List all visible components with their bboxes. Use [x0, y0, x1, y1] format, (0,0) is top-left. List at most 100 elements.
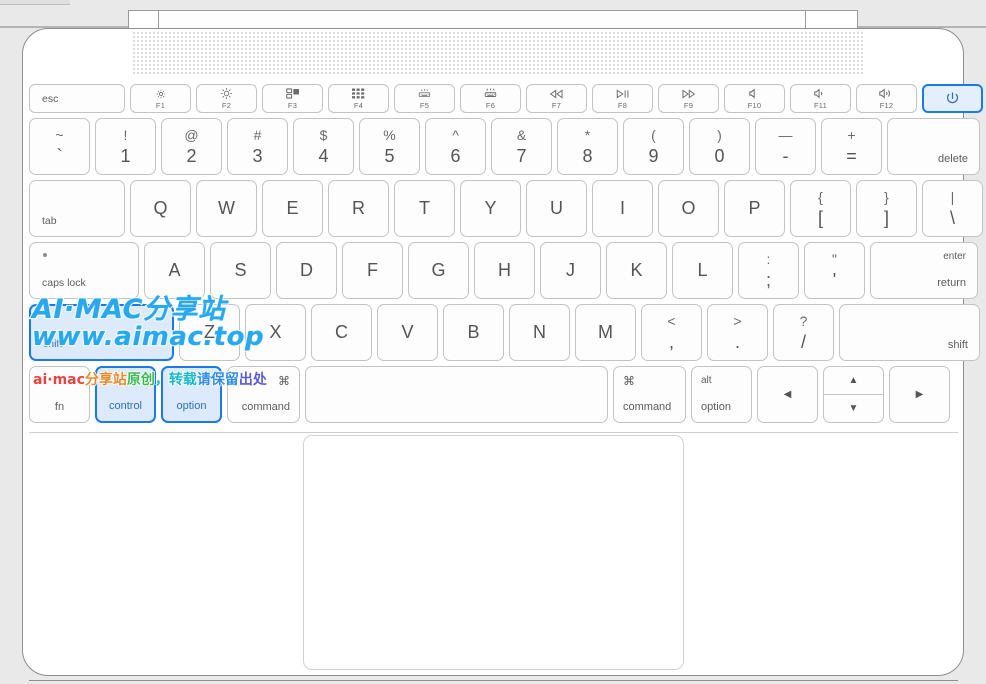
key-d[interactable]: D — [276, 242, 337, 299]
key-f10[interactable]: F10 — [724, 84, 785, 113]
key-delete-label: delete — [938, 153, 968, 165]
arrow-up-icon[interactable]: ▲ — [824, 367, 883, 395]
key-shift-right[interactable]: shift — [839, 304, 980, 361]
key-h[interactable]: H — [474, 242, 535, 299]
bottom-letter-key-row: shift Z X C V B N M < , > . ? / shift — [29, 304, 980, 361]
key-g[interactable]: G — [408, 242, 469, 299]
function-key-row: esc F1 F2 F3 F4 F5 F6 F7 F8 F9 F10 F11 F… — [29, 84, 983, 113]
key-option-left[interactable]: option — [161, 366, 222, 423]
key-bracket-left-upper: { — [818, 189, 823, 205]
key-f3[interactable]: F3 — [262, 84, 323, 113]
key-command-right[interactable]: ⌘ command — [613, 366, 686, 423]
key-v[interactable]: V — [377, 304, 438, 361]
key-f7[interactable]: F7 — [526, 84, 587, 113]
key-shift-left[interactable]: shift — [29, 304, 174, 361]
key-f6[interactable]: F6 — [460, 84, 521, 113]
key-9[interactable]: ( 9 — [623, 118, 684, 175]
key-f9[interactable]: F9 — [658, 84, 719, 113]
key-b[interactable]: B — [443, 304, 504, 361]
key-u[interactable]: U — [526, 180, 587, 237]
key-5[interactable]: % 5 — [359, 118, 420, 175]
key-slash[interactable]: ? / — [773, 304, 834, 361]
key-f12[interactable]: F12 — [856, 84, 917, 113]
key-space[interactable] — [305, 366, 608, 423]
key-6-lower: 6 — [450, 146, 461, 166]
key-f4[interactable]: F4 — [328, 84, 389, 113]
key-quote[interactable]: " ' — [804, 242, 865, 299]
key-r[interactable]: R — [328, 180, 389, 237]
key-2[interactable]: @ 2 — [161, 118, 222, 175]
key-1[interactable]: ! 1 — [95, 118, 156, 175]
key-e[interactable]: E — [262, 180, 323, 237]
key-semicolon[interactable]: : ; — [738, 242, 799, 299]
key-backslash[interactable]: | \ — [922, 180, 983, 237]
key-f5[interactable]: F5 — [394, 84, 455, 113]
trackpad[interactable] — [303, 435, 684, 670]
key-arrow-left[interactable]: ◀ — [757, 366, 818, 423]
key-p[interactable]: P — [724, 180, 785, 237]
fast-forward-icon — [681, 88, 696, 99]
key-equals-lower: = — [846, 146, 857, 166]
laptop-illustration: esc F1 F2 F3 F4 F5 F6 F7 F8 F9 F10 F11 F… — [0, 0, 986, 684]
key-delete[interactable]: delete — [887, 118, 980, 175]
key-l[interactable]: L — [672, 242, 733, 299]
key-9-upper: ( — [651, 127, 656, 143]
key-i-label: I — [619, 198, 625, 218]
play-pause-icon — [615, 88, 630, 99]
key-0[interactable]: ) 0 — [689, 118, 750, 175]
key-fn[interactable]: fn — [29, 366, 90, 423]
key-caps-lock[interactable]: caps lock — [29, 242, 139, 299]
key-period[interactable]: > . — [707, 304, 768, 361]
key-x[interactable]: X — [245, 304, 306, 361]
key-y[interactable]: Y — [460, 180, 521, 237]
key-8[interactable]: * 8 — [557, 118, 618, 175]
key-equals[interactable]: + = — [821, 118, 882, 175]
key-f1[interactable]: F1 — [130, 84, 191, 113]
key-esc[interactable]: esc — [29, 84, 125, 113]
key-bracket-left[interactable]: { [ — [790, 180, 851, 237]
arrow-down-icon[interactable]: ▼ — [824, 395, 883, 423]
key-u-label: U — [550, 198, 563, 218]
key-minus[interactable]: — - — [755, 118, 816, 175]
key-option-right-alt-label: alt — [701, 375, 712, 386]
key-w[interactable]: W — [196, 180, 257, 237]
key-command-left[interactable]: ⌘ command — [227, 366, 300, 423]
key-arrow-right[interactable]: ▶ — [889, 366, 950, 423]
key-7[interactable]: & 7 — [491, 118, 552, 175]
key-a[interactable]: A — [144, 242, 205, 299]
key-6[interactable]: ^ 6 — [425, 118, 486, 175]
volume-up-icon — [879, 88, 894, 99]
key-z[interactable]: Z — [179, 304, 240, 361]
key-m[interactable]: M — [575, 304, 636, 361]
key-s[interactable]: S — [210, 242, 271, 299]
key-n[interactable]: N — [509, 304, 570, 361]
key-3[interactable]: # 3 — [227, 118, 288, 175]
key-f8[interactable]: F8 — [592, 84, 653, 113]
key-k[interactable]: K — [606, 242, 667, 299]
key-option-right[interactable]: alt option — [691, 366, 752, 423]
key-backtick[interactable]: ~ ` — [29, 118, 90, 175]
key-comma[interactable]: < , — [641, 304, 702, 361]
key-tab[interactable]: tab — [29, 180, 125, 237]
key-q[interactable]: Q — [130, 180, 191, 237]
key-j[interactable]: J — [540, 242, 601, 299]
key-f11[interactable]: F11 — [790, 84, 851, 113]
key-f12-label: F12 — [879, 100, 894, 110]
key-4[interactable]: $ 4 — [293, 118, 354, 175]
key-i[interactable]: I — [592, 180, 653, 237]
key-f2[interactable]: F2 — [196, 84, 257, 113]
key-power[interactable] — [922, 84, 983, 113]
key-bracket-right[interactable]: } ] — [856, 180, 917, 237]
command-symbol-icon: ⌘ — [278, 374, 290, 388]
key-c[interactable]: C — [311, 304, 372, 361]
modifier-key-row: fn control option ⌘ command ⌘ command al… — [29, 366, 958, 423]
palm-rest-divider — [29, 432, 958, 434]
key-t[interactable]: T — [394, 180, 455, 237]
key-o[interactable]: O — [658, 180, 719, 237]
key-control[interactable]: control — [95, 366, 156, 423]
key-arrow-up-down[interactable]: ▲ ▼ — [823, 366, 884, 423]
arrow-left-icon: ◀ — [783, 389, 792, 400]
key-quote-lower: ' — [832, 270, 837, 290]
key-f[interactable]: F — [342, 242, 403, 299]
key-return[interactable]: enter return — [870, 242, 978, 299]
